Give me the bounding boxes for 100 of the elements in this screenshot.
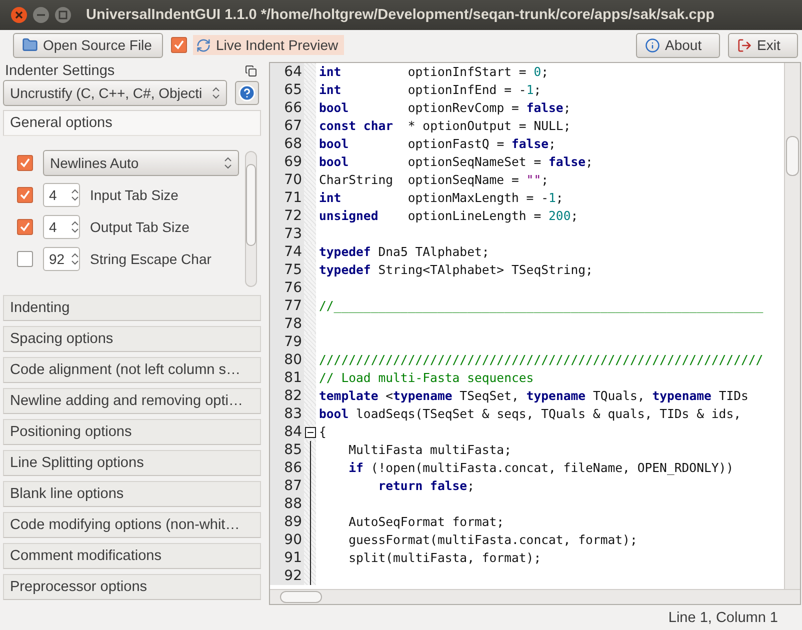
fold-margin: [304, 297, 316, 315]
line-number: 69: [270, 153, 304, 171]
fold-margin: [304, 99, 316, 117]
line-number: 88: [270, 495, 304, 513]
code-line: bool optionSeqNameSet = false;: [318, 155, 593, 169]
spin-arrows-icon: [71, 220, 79, 234]
fold-collapse-icon[interactable]: [304, 426, 316, 438]
checkbox[interactable]: [17, 187, 33, 203]
spin-arrows-icon: [71, 188, 79, 202]
exit-button[interactable]: Exit: [728, 32, 798, 58]
line-number: 74: [270, 243, 304, 261]
code-line: // Load multi-Fasta sequences: [318, 371, 534, 385]
code-line: //__________________________________________________________: [318, 299, 764, 313]
fold-margin: [304, 531, 316, 549]
checkbox[interactable]: [17, 219, 33, 235]
spin-box[interactable]: 4: [43, 215, 80, 239]
fold-margin: [304, 459, 316, 477]
code-line: {: [318, 425, 326, 439]
help-icon: [238, 84, 256, 102]
help-button[interactable]: [235, 81, 259, 105]
line-number: 68: [270, 135, 304, 153]
scrollbar[interactable]: [245, 151, 257, 287]
spin-arrows-icon: [212, 86, 220, 100]
info-icon: [645, 38, 660, 52]
fold-margin: [304, 549, 316, 567]
section-tab[interactable]: Newline adding and removing opti…: [3, 388, 261, 414]
code-line: int optionInfStart = 0;: [318, 65, 549, 79]
line-number: 79: [270, 333, 304, 351]
code-line: bool loadSeqs(TSeqSet & seqs, TQuals & quals, TIDs & ids,: [318, 407, 742, 421]
code-line: return false;: [377, 479, 474, 493]
fold-margin: [304, 387, 316, 405]
float-panel-icon[interactable]: [245, 65, 257, 77]
line-number: 91: [270, 549, 304, 567]
panel-title: Indenter Settings: [5, 63, 115, 79]
fold-margin: [304, 243, 316, 261]
open-source-file-button[interactable]: Open Source File: [13, 32, 163, 58]
section-tab[interactable]: Spacing options: [3, 326, 261, 352]
scrollbar[interactable]: [270, 589, 800, 604]
cursor-position: Line 1, Column 1: [668, 610, 778, 626]
code-line: if (!open(multiFasta.concat, fileName, OPEN_RDONLY)): [348, 461, 734, 475]
section-tab[interactable]: Comment modifications: [3, 543, 261, 569]
window-title: UniversalIndentGUI 1.1.0 */home/holtgrew/Development/seqan-trunk/core/apps/sak/sak.cpp: [86, 7, 715, 23]
fold-margin: [304, 261, 316, 279]
line-number: 87: [270, 477, 304, 495]
code-line: guessFormat(multiFasta.concat, format);: [348, 533, 638, 547]
line-number: 70: [270, 171, 304, 189]
fold-margin: [304, 351, 316, 369]
code-line: const char * optionOutput = NULL;: [318, 119, 571, 133]
scrollbar[interactable]: [784, 63, 800, 589]
section-tab[interactable]: Code modifying options (non-whit…: [3, 512, 261, 538]
code-line: split(multiFasta, format);: [348, 551, 542, 565]
option-label: Input Tab Size: [90, 187, 178, 203]
line-number: 90: [270, 531, 304, 549]
fold-margin: [304, 153, 316, 171]
close-icon[interactable]: [10, 6, 28, 24]
fold-margin: [304, 135, 316, 153]
exit-icon: [737, 38, 752, 52]
code-line: ////////////////////////////////////////////////////////////: [318, 353, 764, 367]
line-number: 64: [270, 63, 304, 81]
code-line: template <typename TSeqSet, typename TQuals, typename TIDs: [318, 389, 748, 403]
section-tab[interactable]: Blank line options: [3, 481, 261, 507]
minimize-icon[interactable]: [32, 6, 50, 24]
checkbox[interactable]: [17, 251, 33, 267]
code-line: bool optionFastQ = false;: [318, 137, 556, 151]
fold-margin: [304, 315, 316, 333]
line-number: 89: [270, 513, 304, 531]
line-number: 82: [270, 387, 304, 405]
newlines-dropdown[interactable]: Newlines Auto: [43, 150, 239, 176]
line-number: 83: [270, 405, 304, 423]
fold-margin: [304, 477, 316, 495]
section-tab[interactable]: Positioning options: [3, 419, 261, 445]
fold-margin: [304, 81, 316, 99]
code-line: int optionInfEnd = -1;: [318, 83, 542, 97]
maximize-icon[interactable]: [54, 6, 72, 24]
line-number: 75: [270, 261, 304, 279]
spin-arrows-icon: [224, 156, 232, 170]
live-indent-preview-toggle[interactable]: Live Indent Preview: [192, 35, 344, 55]
spin-arrows-icon: [71, 252, 79, 266]
checkbox[interactable]: [17, 155, 33, 171]
fold-margin: [304, 441, 316, 459]
indenter-dropdown[interactable]: Uncrustify (C, C++, C#, Objecti: [3, 80, 227, 106]
code-line: typedef String<TAlphabet> TSeqString;: [318, 263, 593, 277]
section-tab[interactable]: Preprocessor options: [3, 574, 261, 600]
about-button[interactable]: About: [636, 32, 720, 58]
code-line: AutoSeqFormat format;: [348, 515, 504, 529]
spin-box[interactable]: 92: [43, 247, 80, 271]
line-number: 80: [270, 351, 304, 369]
checkbox[interactable]: [170, 37, 187, 53]
fold-margin: [304, 567, 316, 585]
fold-margin: [304, 171, 316, 189]
line-number: 66: [270, 99, 304, 117]
code-line: CharString optionSeqName = "";: [318, 173, 549, 187]
line-number: 67: [270, 117, 304, 135]
section-tab[interactable]: Indenting: [3, 295, 261, 321]
line-number: 72: [270, 207, 304, 225]
section-tab[interactable]: Line Splitting options: [3, 450, 261, 476]
code-line: unsigned optionLineLength = 200;: [318, 209, 578, 223]
section-tab[interactable]: Code alignment (not left column s…: [3, 357, 261, 383]
section-tab[interactable]: General options: [3, 110, 261, 136]
spin-box[interactable]: 4: [43, 183, 80, 207]
